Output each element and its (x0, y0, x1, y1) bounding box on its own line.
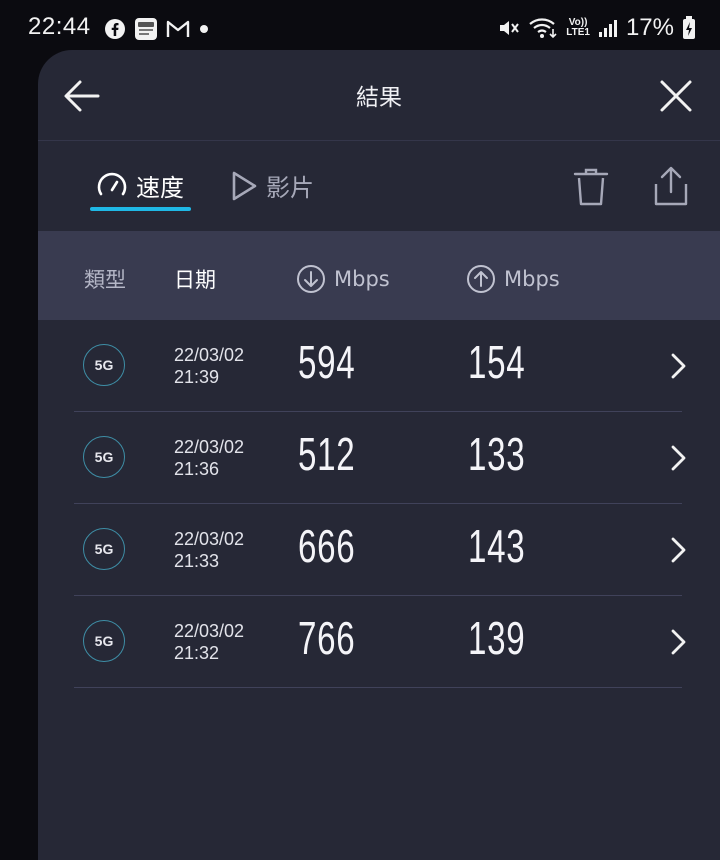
download-value: 666 (298, 520, 356, 572)
trash-icon[interactable] (573, 168, 609, 206)
download-value: 766 (298, 612, 356, 664)
gmail-icon (166, 20, 190, 37)
column-date-label: 日期 (174, 268, 216, 292)
table-header: 類型 日期 Mbps Mbps (38, 231, 720, 320)
row-date: 22/03/02 (174, 621, 245, 641)
network-type-badge: 5G (83, 620, 125, 662)
lte-label: LTE1 (566, 27, 590, 38)
chevron-right-icon (671, 353, 686, 379)
table-row[interactable]: 5G 22/03/02 21:33 666 143 (38, 504, 720, 596)
row-date: 22/03/02 (174, 345, 245, 365)
chevron-right-icon (671, 629, 686, 655)
top-app-bar: 結果 (38, 50, 720, 141)
status-time: 22:44 (28, 13, 91, 40)
column-download[interactable]: Mbps (296, 264, 390, 294)
tab-video-label: 影片 (266, 174, 314, 202)
column-type-label: 類型 (84, 268, 126, 292)
column-upload-label: Mbps (504, 267, 560, 291)
row-time: 21:36 (174, 459, 220, 479)
column-upload[interactable]: Mbps (466, 264, 560, 294)
download-arrow-icon (297, 265, 325, 293)
chevron-right-icon (671, 445, 686, 471)
close-icon[interactable] (656, 76, 696, 116)
upload-value: 139 (468, 612, 526, 664)
speedometer-icon (97, 172, 127, 195)
signal-icon (598, 20, 617, 37)
tab-bar: 速度 影片 (38, 140, 720, 230)
battery-percent: 17% (625, 14, 674, 41)
row-date: 22/03/02 (174, 529, 245, 549)
results-panel: 結果 速度 影片 類型 日期 Mbps Mbps 5G 22/03/02 21:… (38, 50, 720, 860)
tab-speed-label: 速度 (136, 174, 184, 202)
share-icon[interactable] (652, 166, 690, 206)
row-datetime: 22/03/02 21:39 (174, 344, 244, 388)
system-icons: Vo)) LTE1 17% (498, 14, 696, 42)
status-bar: 22:44 Vo)) LTE1 17% (0, 0, 720, 50)
dot-icon (200, 25, 208, 33)
facebook-icon (105, 19, 125, 39)
row-time: 21:39 (174, 367, 220, 387)
download-value: 512 (298, 428, 356, 480)
table-row[interactable]: 5G 22/03/02 21:32 766 139 (38, 596, 720, 688)
wifi-icon (529, 18, 557, 39)
app-icon (135, 18, 157, 40)
column-date[interactable]: 日期 (174, 264, 216, 294)
tab-video[interactable]: 影片 (230, 168, 314, 203)
upload-arrow-icon (467, 265, 495, 293)
download-value: 594 (298, 336, 356, 388)
row-datetime: 22/03/02 21:32 (174, 620, 244, 664)
notification-icons (104, 17, 210, 41)
table-row[interactable]: 5G 22/03/02 21:39 594 154 (38, 320, 720, 412)
network-type-badge: 5G (83, 528, 125, 570)
column-type[interactable]: 類型 (84, 264, 126, 294)
row-datetime: 22/03/02 21:33 (174, 528, 244, 572)
row-divider (74, 687, 682, 688)
row-time: 21:33 (174, 551, 220, 571)
mute-icon (500, 21, 520, 35)
column-download-label: Mbps (334, 267, 390, 291)
results-list: 5G 22/03/02 21:39 594 154 5G 22/03/02 21… (38, 320, 720, 688)
battery-icon (683, 16, 695, 39)
tab-speed[interactable]: 速度 (96, 168, 184, 203)
chevron-right-icon (671, 537, 686, 563)
volte-indicator: Vo)) LTE1 (566, 18, 590, 38)
page-title: 結果 (356, 85, 402, 111)
network-type-badge: 5G (83, 436, 125, 478)
play-icon (232, 171, 257, 200)
row-date: 22/03/02 (174, 437, 245, 457)
row-datetime: 22/03/02 21:36 (174, 436, 244, 480)
row-time: 21:32 (174, 643, 220, 663)
upload-value: 154 (468, 336, 526, 388)
table-row[interactable]: 5G 22/03/02 21:36 512 133 (38, 412, 720, 504)
upload-value: 133 (468, 428, 526, 480)
upload-value: 143 (468, 520, 526, 572)
active-tab-indicator (90, 207, 191, 211)
network-type-badge: 5G (83, 344, 125, 386)
